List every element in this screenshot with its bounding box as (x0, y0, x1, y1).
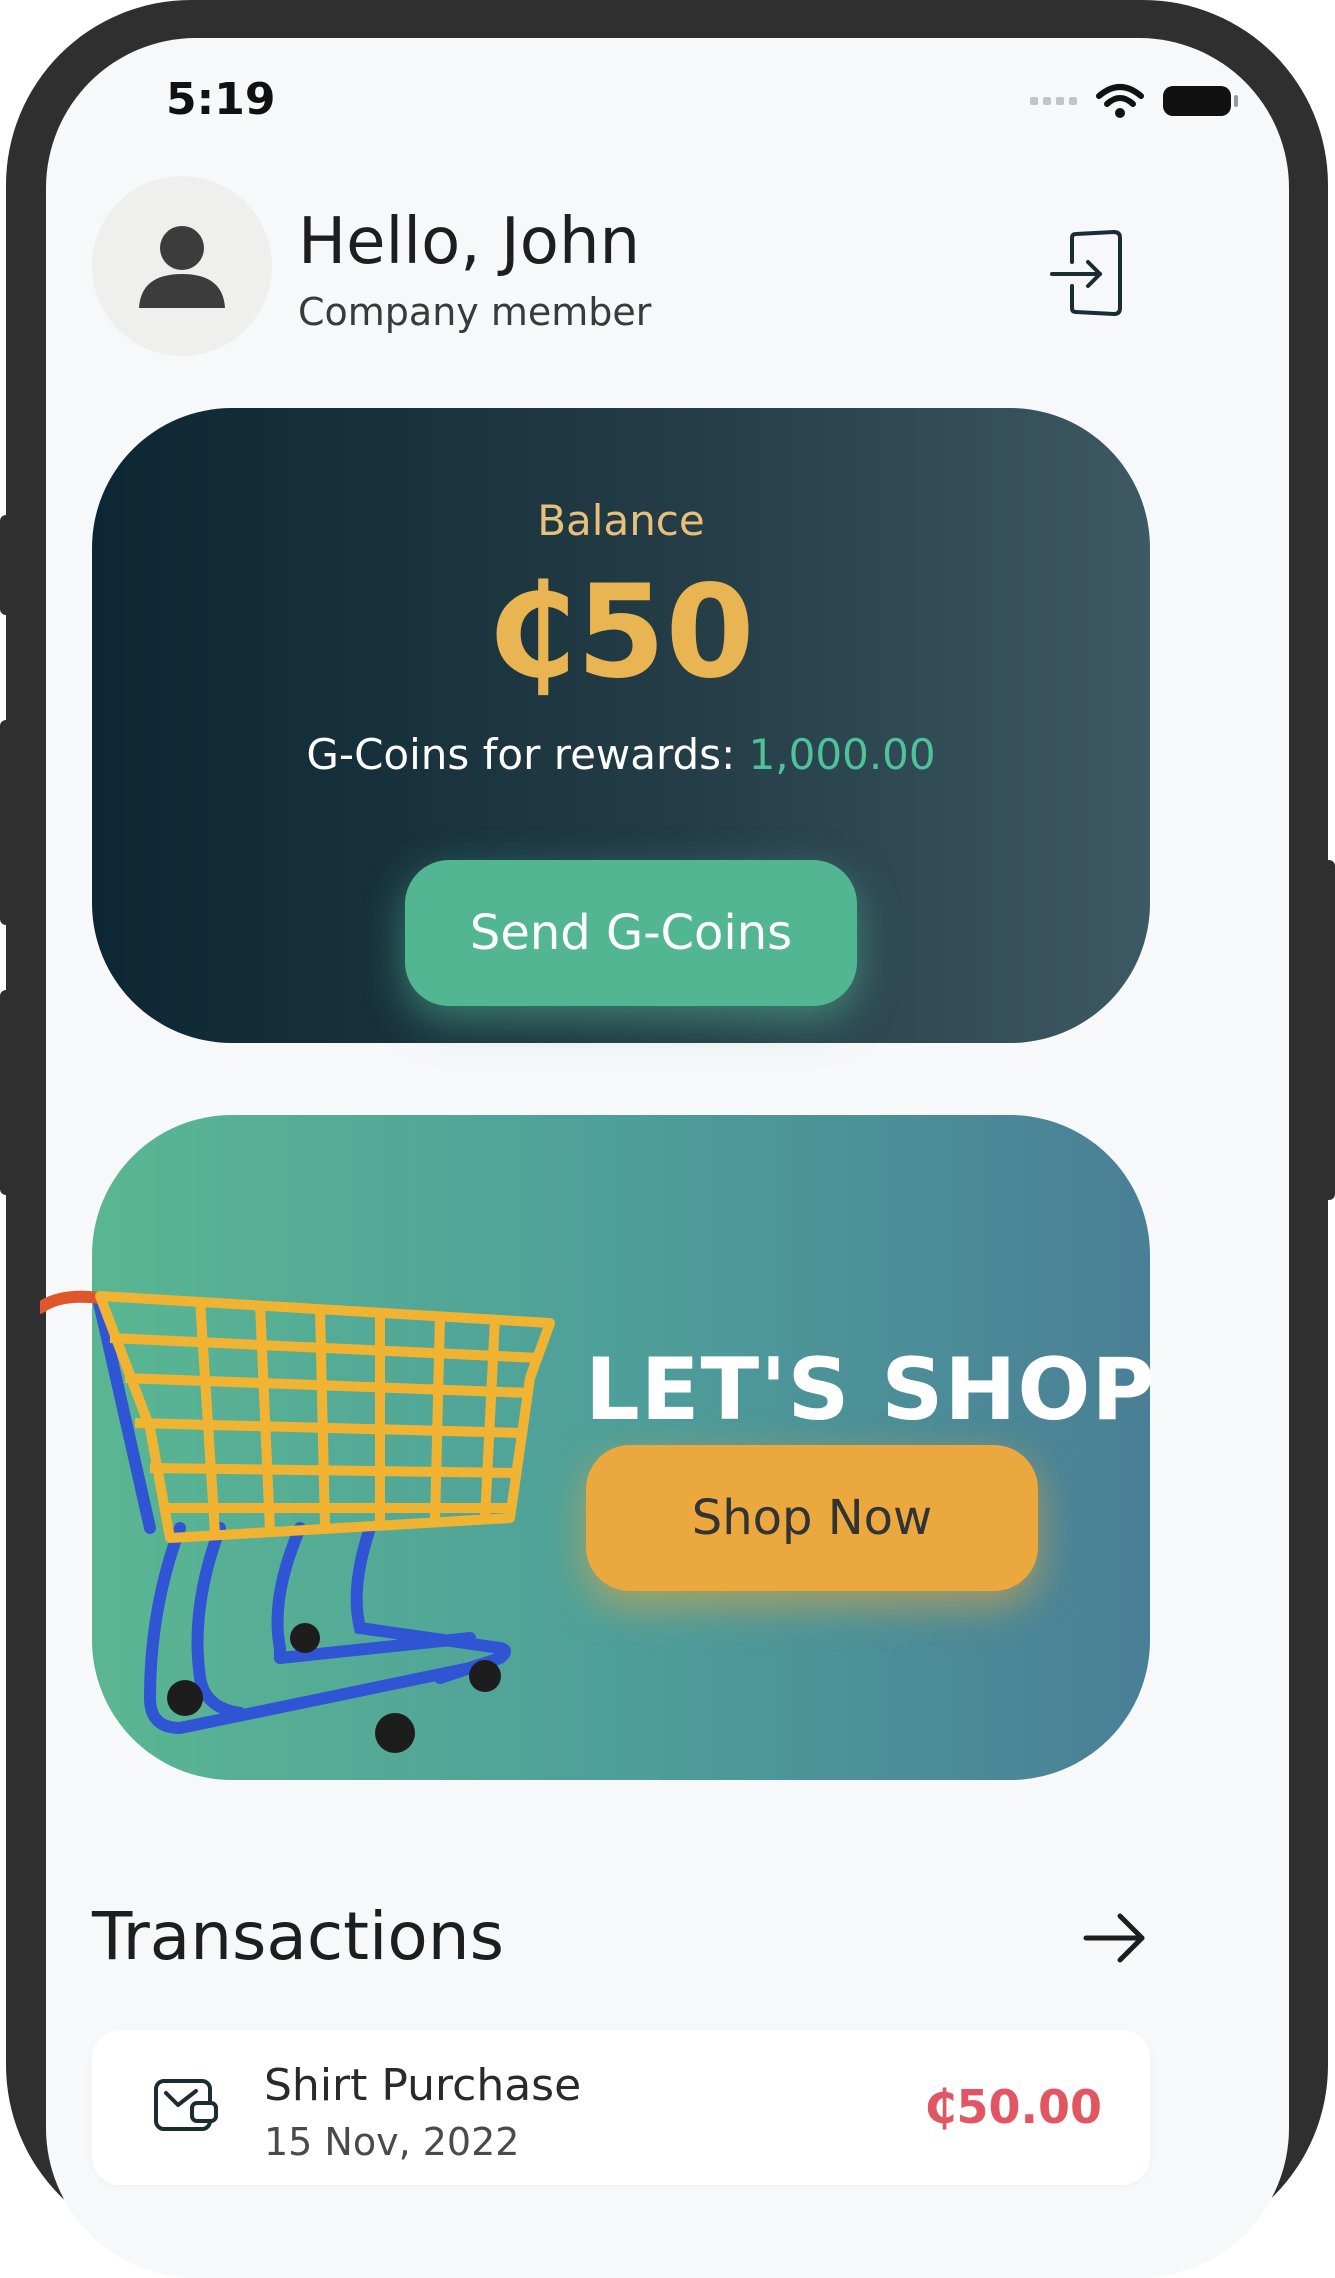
battery-icon (1163, 86, 1238, 116)
shopping-cart-icon (40, 1290, 555, 1753)
status-icons (1030, 82, 1238, 120)
transaction-name: Shirt Purchase (264, 2060, 582, 2111)
transaction-amount: ₵50.00 (924, 2080, 1102, 2134)
balance-card: Balance ₵50 G-Coins for rewards: 1,000.0… (92, 408, 1150, 1043)
user-role: Company member (298, 290, 652, 334)
side-button (0, 990, 12, 1195)
shop-now-button[interactable]: Shop Now (586, 1445, 1038, 1591)
transaction-date: 15 Nov, 2022 (264, 2120, 520, 2164)
rewards-label: G-Coins for rewards: (306, 730, 749, 779)
rewards-value: 1,000.00 (748, 730, 936, 779)
side-button (0, 515, 12, 615)
logout-icon[interactable] (1050, 228, 1140, 318)
send-gcoins-button[interactable]: Send G-Coins (405, 860, 857, 1006)
greeting-text: Hello, John (298, 205, 641, 279)
wallet-icon (154, 2079, 218, 2131)
shop-title: LET'S SHOP (585, 1340, 1156, 1440)
wifi-icon (1096, 84, 1144, 118)
balance-amount: ₵50 (487, 558, 755, 707)
rewards-line: G-Coins for rewards: 1,000.00 (92, 730, 1150, 779)
balance-label: Balance (537, 496, 705, 545)
transactions-title: Transactions (92, 1898, 504, 1975)
user-icon (139, 226, 225, 308)
cellular-signal-icon (1030, 97, 1077, 105)
avatar[interactable] (92, 176, 272, 356)
side-button (0, 720, 12, 925)
side-button (1323, 860, 1335, 1200)
transaction-row[interactable]: Shirt Purchase 15 Nov, 2022 ₵50.00 (92, 2030, 1150, 2185)
arrow-right-icon[interactable] (1080, 1908, 1150, 1968)
status-time: 5:19 (166, 74, 276, 125)
